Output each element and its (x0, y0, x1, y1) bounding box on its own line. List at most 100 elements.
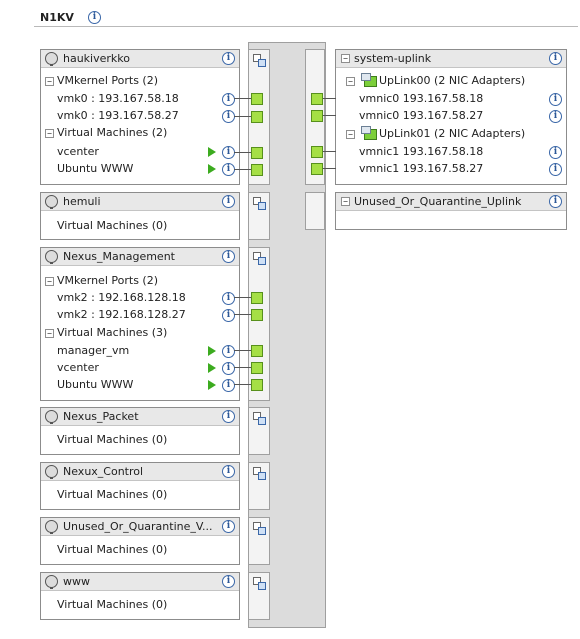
uplink-label[interactable]: UpLink00 (2 NIC Adapters) (379, 74, 525, 87)
portgroup-settings-icon[interactable] (253, 412, 266, 425)
portgroup-globe-icon (45, 575, 58, 589)
portgroup-settings-icon[interactable] (253, 577, 266, 590)
info-icon[interactable]: i (222, 575, 235, 588)
portgroup-panel: Nexus_Management i − VMkernel Ports (2) … (40, 247, 240, 401)
info-icon[interactable]: i (88, 11, 101, 24)
info-icon[interactable]: i (222, 250, 235, 263)
info-icon[interactable]: i (222, 292, 235, 305)
nic-item[interactable]: vmnic1 193.167.58.18 (359, 145, 483, 158)
section-label: Virtual Machines (3) (57, 326, 168, 339)
port-connector-icon[interactable] (251, 93, 263, 105)
port-connector-icon[interactable] (311, 163, 323, 175)
portgroup-name: www (63, 575, 90, 588)
portgroup-panel: haukiverkko i − VMkernel Ports (2) vmk0 … (40, 49, 240, 185)
info-icon[interactable]: i (222, 410, 235, 423)
collapse-toggle-icon[interactable]: − (45, 277, 54, 286)
info-icon[interactable]: i (222, 345, 235, 358)
portgroup-header[interactable]: haukiverkko i (41, 50, 239, 68)
collapse-toggle-icon[interactable]: − (341, 54, 350, 63)
portgroup-globe-icon (45, 195, 58, 209)
vmkernel-port-item[interactable]: vmk0 : 193.167.58.27 (57, 109, 179, 122)
portgroup-globe-icon (45, 520, 58, 534)
uplink-name: system-uplink (354, 52, 432, 65)
info-icon[interactable]: i (222, 362, 235, 375)
portgroup-settings-icon[interactable] (253, 54, 266, 67)
info-icon[interactable]: i (222, 379, 235, 392)
portgroup-header[interactable]: Nexus_Packet i (41, 408, 239, 426)
vm-item[interactable]: vcenter (57, 145, 99, 158)
nic-item[interactable]: vmnic0 193.167.58.18 (359, 92, 483, 105)
port-connector-icon[interactable] (251, 164, 263, 176)
port-connector-icon[interactable] (251, 362, 263, 374)
uplink-panel: − system-uplink i − UpLink00 (2 NIC Adap… (335, 49, 567, 185)
portgroup-gutter (248, 572, 270, 620)
portgroup-name: Nexux_Control (63, 465, 144, 478)
portgroup-panel: Nexus_Packet i Virtual Machines (0) (40, 407, 240, 455)
info-icon[interactable]: i (222, 520, 235, 533)
portgroup-settings-icon[interactable] (253, 467, 266, 480)
portgroup-gutter (248, 407, 270, 455)
section-label: Virtual Machines (0) (57, 219, 168, 232)
info-icon[interactable]: i (222, 195, 235, 208)
vm-item[interactable]: vcenter (57, 361, 99, 374)
info-icon[interactable]: i (222, 52, 235, 65)
section-label: Virtual Machines (0) (57, 433, 168, 446)
port-connector-icon[interactable] (311, 93, 323, 105)
portgroup-header[interactable]: hemuli i (41, 193, 239, 211)
portgroup-header[interactable]: www i (41, 573, 239, 591)
info-icon[interactable]: i (222, 309, 235, 322)
collapse-toggle-icon[interactable]: − (346, 130, 355, 139)
port-connector-icon[interactable] (251, 309, 263, 321)
collapse-toggle-icon[interactable]: − (45, 129, 54, 138)
nic-item[interactable]: vmnic1 193.167.58.27 (359, 162, 483, 175)
portgroup-globe-icon (45, 465, 58, 479)
info-icon[interactable]: i (549, 93, 562, 106)
portgroup-settings-icon[interactable] (253, 522, 266, 535)
uplink-label[interactable]: UpLink01 (2 NIC Adapters) (379, 127, 525, 140)
info-icon[interactable]: i (222, 465, 235, 478)
vm-item[interactable]: Ubuntu WWW (57, 378, 133, 391)
port-connector-icon[interactable] (251, 379, 263, 391)
vm-powered-on-icon (208, 346, 216, 356)
vm-powered-on-icon (208, 147, 216, 157)
collapse-toggle-icon[interactable]: − (45, 77, 54, 86)
portgroup-name: Nexus_Management (63, 250, 175, 263)
info-icon[interactable]: i (549, 195, 562, 208)
portgroup-settings-icon[interactable] (253, 197, 266, 210)
vmkernel-port-item[interactable]: vmk2 : 192.168.128.18 (57, 291, 186, 304)
port-connector-icon[interactable] (251, 111, 263, 123)
info-icon[interactable]: i (549, 110, 562, 123)
uplink-header[interactable]: − system-uplink i (336, 50, 566, 68)
port-wire (234, 314, 251, 315)
collapse-toggle-icon[interactable]: − (45, 329, 54, 338)
port-connector-icon[interactable] (251, 147, 263, 159)
portgroup-header[interactable]: Nexux_Control i (41, 463, 239, 481)
port-connector-icon[interactable] (311, 110, 323, 122)
section-label: VMkernel Ports (2) (57, 274, 158, 287)
uplink-header[interactable]: − Unused_Or_Quarantine_Uplink i (336, 193, 566, 211)
port-wire (234, 367, 251, 368)
port-wire (323, 151, 336, 152)
portgroup-header[interactable]: Nexus_Management i (41, 248, 239, 266)
info-icon[interactable]: i (222, 93, 235, 106)
vmkernel-port-item[interactable]: vmk0 : 193.167.58.18 (57, 92, 179, 105)
vm-item[interactable]: Ubuntu WWW (57, 162, 133, 175)
port-connector-icon[interactable] (311, 146, 323, 158)
info-icon[interactable]: i (549, 146, 562, 159)
switch-title: N1KV (40, 11, 74, 24)
vm-powered-on-icon (208, 363, 216, 373)
section-label: Virtual Machines (0) (57, 598, 168, 611)
vm-item[interactable]: manager_vm (57, 344, 129, 357)
port-connector-icon[interactable] (251, 292, 263, 304)
nic-item[interactable]: vmnic0 193.167.58.27 (359, 109, 483, 122)
collapse-toggle-icon[interactable]: − (346, 77, 355, 86)
port-connector-icon[interactable] (251, 345, 263, 357)
portgroup-settings-icon[interactable] (253, 252, 266, 265)
vmkernel-port-item[interactable]: vmk2 : 192.168.128.27 (57, 308, 186, 321)
uplink-gutter (305, 192, 325, 230)
collapse-toggle-icon[interactable]: − (341, 197, 350, 206)
port-wire (234, 169, 251, 170)
portgroup-header[interactable]: Unused_Or_Quarantine_V... i (41, 518, 239, 536)
info-icon[interactable]: i (549, 52, 562, 65)
info-icon[interactable]: i (549, 163, 562, 176)
